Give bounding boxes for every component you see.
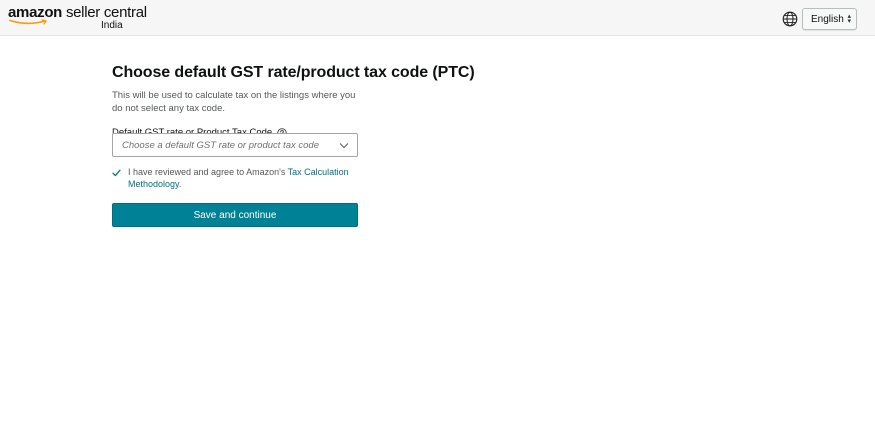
gst-form: Choose default GST rate/product tax code…	[112, 64, 475, 227]
amazon-smile-icon	[9, 19, 47, 25]
agreement-suffix: .	[178, 179, 182, 189]
language-select[interactable]: English ▴ ▾	[802, 8, 857, 30]
select-placeholder: Choose a default GST rate or product tax…	[122, 139, 319, 151]
page-description: This will be used to calculate tax on th…	[112, 90, 356, 114]
agreement-text: I have reviewed and agree to Amazon's Ta…	[128, 166, 362, 190]
updown-caret-icon: ▴ ▾	[847, 13, 851, 25]
gst-rate-select[interactable]: Choose a default GST rate or product tax…	[112, 133, 358, 157]
agreement-row: I have reviewed and agree to Amazon's Ta…	[112, 166, 362, 190]
page-title: Choose default GST rate/product tax code…	[112, 64, 475, 81]
agreement-prefix: I have reviewed and agree to Amazon's	[128, 167, 288, 177]
logo-region: India	[101, 20, 123, 31]
top-bar: amazon seller central India English ▴ ▾	[0, 0, 875, 36]
seller-central-logo[interactable]: amazon seller central India	[8, 4, 147, 31]
language-label: English	[811, 13, 844, 25]
logo-product: seller central	[65, 4, 147, 21]
save-and-continue-button[interactable]: Save and continue	[112, 203, 358, 227]
globe-icon[interactable]	[782, 11, 798, 27]
chevron-down-icon	[339, 143, 349, 149]
checkmark-icon[interactable]	[112, 169, 121, 177]
